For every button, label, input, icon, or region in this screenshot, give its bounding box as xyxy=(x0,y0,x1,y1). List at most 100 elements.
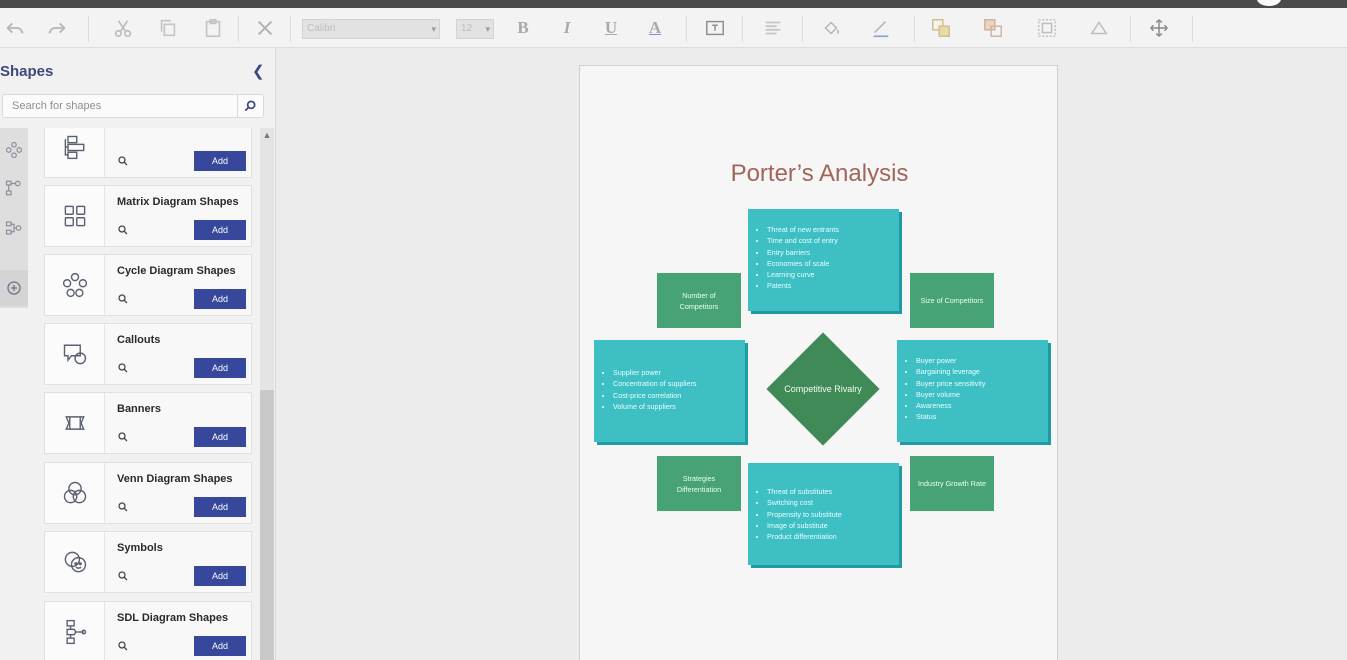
group-icon[interactable] xyxy=(1032,14,1062,42)
list-item: Add xyxy=(44,128,252,178)
add-button[interactable]: Add xyxy=(194,497,246,517)
top-force-box[interactable]: Threat of new entrantsTime and cost of e… xyxy=(748,209,899,311)
bottom-force-list: Threat of substitutesSwitching costPrope… xyxy=(748,486,899,542)
list-item: Matrix Diagram Shapes Add xyxy=(44,185,252,247)
underline-button[interactable]: U xyxy=(598,14,624,42)
send-backward-icon[interactable] xyxy=(978,14,1008,42)
bring-forward-icon[interactable] xyxy=(926,14,956,42)
preview-icon[interactable] xyxy=(117,570,129,582)
panel-title: Shapes xyxy=(0,63,54,80)
bold-button[interactable]: B xyxy=(510,14,536,42)
shape-library-list: Add Matrix Diagram Shapes Add Cycle Diag… xyxy=(44,128,252,660)
bullet-item: Threat of new entrants xyxy=(767,224,899,235)
bullet-item: Bargaining leverage xyxy=(916,366,1048,377)
bullet-item: Concentration of suppliers xyxy=(613,378,745,389)
preview-icon[interactable] xyxy=(117,362,129,374)
shape-library-name: Cycle Diagram Shapes xyxy=(117,265,236,277)
bullet-item: Time and cost of entry xyxy=(767,235,899,246)
panel-scrollbar[interactable]: ▲ xyxy=(260,128,274,660)
add-button[interactable]: Add xyxy=(194,220,246,240)
more-shapes-icon[interactable] xyxy=(0,270,28,306)
preview-icon[interactable] xyxy=(117,155,129,167)
collapse-panel-button[interactable]: ❮ xyxy=(252,62,265,80)
add-button[interactable]: Add xyxy=(194,427,246,447)
bullet-item: Patents xyxy=(767,280,899,291)
corner-box-bottom-left[interactable]: Strategies Differentiation xyxy=(657,456,741,511)
italic-button[interactable]: I xyxy=(554,14,580,42)
bullet-item: Supplier power xyxy=(613,367,745,378)
list-item: SDL Diagram Shapes Add xyxy=(44,601,252,660)
line-color-icon[interactable] xyxy=(866,14,896,42)
preview-icon[interactable] xyxy=(117,293,129,305)
bottom-force-box[interactable]: Threat of substitutesSwitching costPrope… xyxy=(748,463,899,565)
top-force-list: Threat of new entrantsTime and cost of e… xyxy=(748,224,899,292)
add-button[interactable]: Add xyxy=(194,566,246,586)
center-diamond[interactable]: Competitive Rivalry xyxy=(766,332,880,446)
matrix-diagram-icon xyxy=(45,186,105,246)
search-input[interactable] xyxy=(3,95,233,117)
right-force-list: Buyer powerBargaining leverageBuyer pric… xyxy=(897,355,1048,423)
list-item: Venn Diagram Shapes Add xyxy=(44,462,252,524)
drawing-page[interactable]: Porter’s Analysis Threat of new entrants… xyxy=(579,65,1058,660)
corner-box-top-right[interactable]: Size of Competitors xyxy=(910,273,994,328)
corner-box-bottom-right[interactable]: Industry Growth Rate xyxy=(910,456,994,511)
add-button[interactable]: Add xyxy=(194,289,246,309)
venn-diagram-icon xyxy=(45,463,105,523)
font-size-select[interactable]: 12 xyxy=(456,19,494,39)
symbols-icon xyxy=(45,532,105,592)
font-color-button[interactable]: A xyxy=(642,14,668,42)
add-button[interactable]: Add xyxy=(194,151,246,171)
delete-icon[interactable] xyxy=(252,14,278,42)
bullet-item: Buyer price sensitivity xyxy=(916,378,1048,389)
diagram-title[interactable]: Porter’s Analysis xyxy=(580,160,1059,188)
cycle-category-icon[interactable] xyxy=(0,134,28,166)
right-force-box[interactable]: Buyer powerBargaining leverageBuyer pric… xyxy=(897,340,1048,442)
paste-icon[interactable] xyxy=(200,14,226,42)
network-category-icon[interactable] xyxy=(0,212,28,244)
sdl-diagram-icon xyxy=(45,602,105,660)
list-item: Callouts Add xyxy=(44,323,252,385)
shape-library-name: Matrix Diagram Shapes xyxy=(117,196,239,208)
bullet-item: Buyer volume xyxy=(916,389,1048,400)
bullet-item: Propensity to substitute xyxy=(767,509,899,520)
left-force-box[interactable]: Supplier powerConcentration of suppliers… xyxy=(594,340,745,442)
add-button[interactable]: Add xyxy=(194,636,246,656)
shapes-panel: Shapes ❮ Add Matrix Diagram Shapes Add xyxy=(0,48,276,660)
bullet-item: Image of substitute xyxy=(767,520,899,531)
cut-icon[interactable] xyxy=(110,14,136,42)
bullet-item: Economies of scale xyxy=(767,258,899,269)
text-box-icon[interactable] xyxy=(702,14,728,42)
preview-icon[interactable] xyxy=(117,640,129,652)
redo-icon[interactable] xyxy=(44,14,70,42)
category-rail xyxy=(0,128,28,308)
fill-color-icon[interactable] xyxy=(816,14,846,42)
list-item: Banners Add xyxy=(44,392,252,454)
shape-library-name: SDL Diagram Shapes xyxy=(117,612,229,624)
bullet-item: Entry barriers xyxy=(767,247,899,258)
copy-icon[interactable] xyxy=(155,14,181,42)
bullet-item: Buyer power xyxy=(916,355,1048,366)
bullet-item: Cost-price correlation xyxy=(613,390,745,401)
shape-library-name: Banners xyxy=(117,403,162,415)
font-family-select[interactable]: Calibri xyxy=(302,19,440,39)
callout-icon xyxy=(45,324,105,384)
user-avatar[interactable] xyxy=(1257,0,1281,6)
preview-icon[interactable] xyxy=(117,431,129,443)
list-item: Symbols Add xyxy=(44,531,252,593)
rotate-icon[interactable] xyxy=(1084,14,1114,42)
scrollbar-thumb[interactable] xyxy=(260,390,274,660)
shape-library-name: Venn Diagram Shapes xyxy=(117,473,233,485)
corner-box-top-left[interactable]: Number of Competitors xyxy=(657,273,741,328)
undo-icon[interactable] xyxy=(2,14,28,42)
preview-icon[interactable] xyxy=(117,224,129,236)
scroll-up-icon[interactable]: ▲ xyxy=(260,130,274,142)
add-button[interactable]: Add xyxy=(194,358,246,378)
bullet-item: Switching cost xyxy=(767,497,899,508)
flowchart-category-icon[interactable] xyxy=(0,172,28,204)
banner-icon xyxy=(45,393,105,453)
layout-icon[interactable] xyxy=(1144,14,1174,42)
align-icon[interactable] xyxy=(758,14,788,42)
search-icon[interactable] xyxy=(237,95,261,117)
shape-library-name: Callouts xyxy=(117,334,161,346)
preview-icon[interactable] xyxy=(117,501,129,513)
